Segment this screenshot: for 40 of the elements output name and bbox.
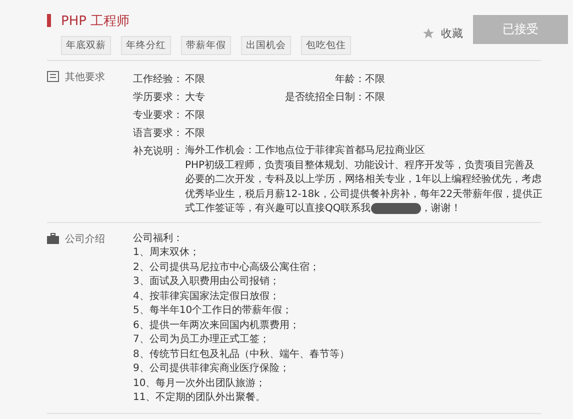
section-heading: 其他要求	[65, 70, 105, 84]
field-label: 是否统招全日制：	[284, 90, 365, 104]
field-value: 不限	[185, 73, 206, 86]
field-value: 不限	[185, 127, 206, 140]
star-icon	[422, 27, 435, 40]
benefit-line: 7、公司为员工办理正式工签；	[133, 333, 270, 347]
benefit-line: 1、周末双休；	[133, 246, 200, 260]
benefit-tag: 年终分红	[121, 36, 171, 55]
field-label: 学历要求：	[133, 90, 184, 104]
field-label: 工作经验：	[133, 73, 184, 86]
field-value: 不限	[185, 109, 206, 122]
benefit-line: 10、每月一次外出团队旅游；	[133, 376, 267, 390]
benefit-line: 6、提供一年两次来回国内机票费用；	[133, 318, 300, 332]
benefit-tag: 包吃包住	[301, 36, 351, 55]
briefcase-icon	[47, 232, 59, 244]
field-label: 补充说明：	[133, 144, 184, 159]
benefit-line: 9、公司提供菲律宾商业医疗保险；	[133, 362, 290, 376]
benefit-line: 2、公司提供马尼拉市中心高级公寓住宿；	[133, 260, 320, 274]
field-label: 年龄：	[334, 72, 365, 86]
field-value: 不限	[365, 73, 385, 86]
benefit-tag: 出国机会	[241, 36, 291, 55]
benefit-line: 3、面试及入职费用由公司报销；	[133, 275, 280, 289]
benefit-line: 8、传统节日红包及礼品（中秋、端午、春节等）	[133, 348, 350, 362]
list-icon	[47, 71, 59, 82]
favorite-link[interactable]: 收藏	[422, 26, 463, 41]
job-title: PHP 工程师	[61, 13, 131, 30]
benefit-tag: 带薪年假	[181, 36, 231, 55]
benefit-line: 5、每半年10个工作日的带薪年假；	[133, 304, 294, 318]
benefit-line: 公司福利：	[133, 232, 184, 246]
description-text: 海外工作机会：工作地点位于菲律宾首都马尼拉商业区	[185, 144, 426, 158]
description-text: PHP初级工程师，负责项目整体规划、功能设计、程序开发等，负责项目完善及必要的二次开发，专科及以上学历，网络相关专业，1年以上编程经验优先，考虑优秀毕业生，税后月薪12-18k，公司提供餐补房补，每年22天带薪年假，提供正式工作签证等，有兴趣可以直接QQ联系我 ，谢谢！	[185, 158, 543, 216]
benefit-line: 11、不定期的团队外出聚餐。	[133, 391, 267, 405]
section-heading: 公司介绍	[65, 232, 105, 246]
field-label: 专业要求：	[133, 108, 184, 122]
field-value: 大专	[185, 90, 206, 104]
field-label: 语言要求：	[133, 126, 184, 140]
title-marker	[47, 14, 51, 27]
benefit-tag: 年底双薪	[61, 36, 111, 55]
benefit-line: 4、按菲律宾国家法定假日放假；	[133, 290, 280, 304]
field-value: 不限	[365, 91, 385, 104]
